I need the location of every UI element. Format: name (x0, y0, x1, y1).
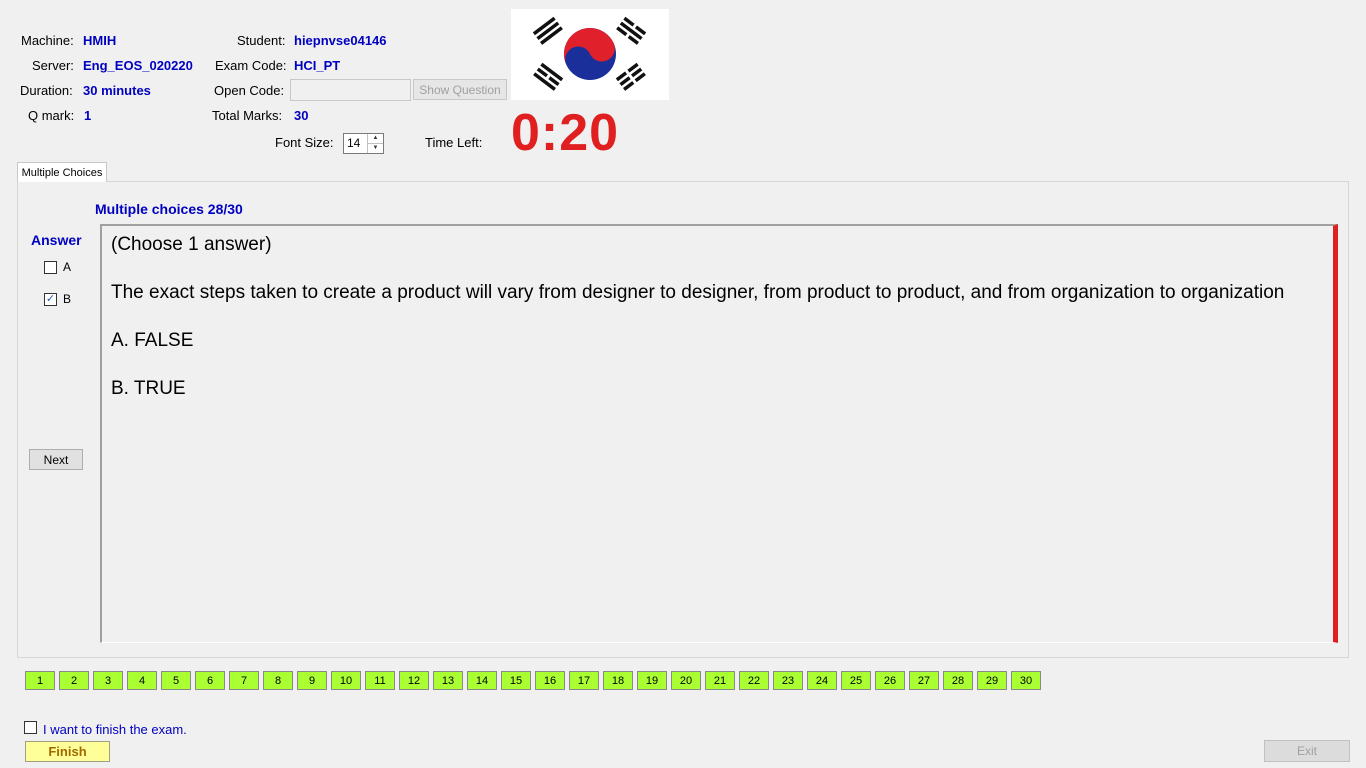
time-left-value: 0:20 (511, 104, 620, 162)
question-number-button[interactable]: 20 (671, 671, 701, 690)
student-label: Student: (237, 33, 286, 48)
duration-label: Duration: (20, 83, 73, 98)
machine-value: HMIH (83, 33, 117, 48)
finish-button[interactable]: Finish (25, 741, 110, 762)
server-label: Server: (32, 58, 74, 73)
question-number-button[interactable]: 13 (433, 671, 463, 690)
question-number-button[interactable]: 27 (909, 671, 939, 690)
open-code-label: Open Code: (214, 83, 285, 98)
exit-button[interactable]: Exit (1264, 740, 1350, 762)
font-size-label: Font Size: (275, 135, 334, 150)
question-number-button[interactable]: 16 (535, 671, 565, 690)
option-b-text: B. TRUE (111, 378, 186, 399)
question-number-button[interactable]: 14 (467, 671, 497, 690)
question-number-button[interactable]: 18 (603, 671, 633, 690)
question-number-button[interactable]: 7 (229, 671, 259, 690)
answer-a-checkbox[interactable] (44, 261, 57, 274)
finish-checkbox-label: I want to finish the exam. (43, 722, 187, 737)
question-number-button[interactable]: 26 (875, 671, 905, 690)
question-number-button[interactable]: 15 (501, 671, 531, 690)
stepper-buttons: ▲ ▼ (367, 134, 383, 153)
question-number-button[interactable]: 2 (59, 671, 89, 690)
chevron-down-icon[interactable]: ▼ (368, 144, 383, 153)
question-number-button[interactable]: 19 (637, 671, 667, 690)
question-number-button[interactable]: 24 (807, 671, 837, 690)
question-number-button[interactable]: 21 (705, 671, 735, 690)
question-number-button[interactable]: 5 (161, 671, 191, 690)
option-a-text: A. FALSE (111, 330, 194, 351)
answer-a-label: A (63, 260, 72, 274)
font-size-value: 14 (347, 136, 361, 150)
korea-flag-icon (511, 9, 669, 100)
question-number-button[interactable]: 22 (739, 671, 769, 690)
student-value: hiepnvse04146 (294, 33, 387, 48)
question-number-button[interactable]: 10 (331, 671, 361, 690)
question-number-button[interactable]: 17 (569, 671, 599, 690)
qmark-value: 1 (84, 108, 92, 123)
open-code-input[interactable] (290, 79, 411, 101)
question-number-button[interactable]: 3 (93, 671, 123, 690)
machine-label: Machine: (21, 33, 74, 48)
question-content: (Choose 1 answer) The exact steps taken … (100, 224, 1338, 643)
question-number-button[interactable]: 30 (1011, 671, 1041, 690)
font-size-stepper[interactable]: 14 ▲ ▼ (343, 133, 384, 154)
question-number-button[interactable]: 23 (773, 671, 803, 690)
total-marks-value: 30 (294, 108, 309, 123)
question-number-button[interactable]: 28 (943, 671, 973, 690)
question-title: Multiple choices 28/30 (95, 201, 243, 217)
question-number-button[interactable]: 1 (25, 671, 55, 690)
next-button[interactable]: Next (29, 449, 83, 470)
finish-checkbox[interactable] (24, 721, 37, 734)
chevron-up-icon[interactable]: ▲ (368, 134, 383, 144)
question-number-button[interactable]: 12 (399, 671, 429, 690)
question-text: The exact steps taken to create a produc… (111, 282, 1285, 303)
qmark-label: Q mark: (28, 108, 75, 123)
question-number-button[interactable]: 29 (977, 671, 1007, 690)
answer-b-checkbox[interactable]: ✓ (44, 293, 57, 306)
tab-multiple-choices[interactable]: Multiple Choices (17, 162, 107, 182)
question-number-button[interactable]: 4 (127, 671, 157, 690)
duration-value: 30 minutes (83, 83, 151, 98)
exam-code-value: HCI_PT (294, 58, 341, 73)
answer-label: Answer (31, 232, 82, 248)
question-number-button[interactable]: 9 (297, 671, 327, 690)
server-value: Eng_EOS_020220 (83, 58, 193, 73)
question-number-button[interactable]: 11 (365, 671, 395, 690)
show-question-button[interactable]: Show Question (413, 79, 507, 100)
exam-code-label: Exam Code: (215, 58, 287, 73)
question-number-button[interactable]: 8 (263, 671, 293, 690)
time-left-label: Time Left: (425, 135, 483, 150)
total-marks-label: Total Marks: (212, 108, 283, 123)
question-number-button[interactable]: 6 (195, 671, 225, 690)
answer-b-label: B (63, 292, 72, 306)
question-instruction: (Choose 1 answer) (111, 234, 272, 255)
question-number-button[interactable]: 25 (841, 671, 871, 690)
